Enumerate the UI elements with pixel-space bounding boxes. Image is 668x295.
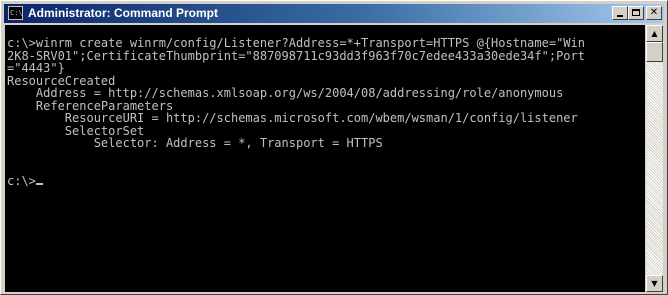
close-icon: ✕ [649, 7, 659, 18]
minimize-button[interactable] [612, 6, 628, 20]
prompt-line: c:\> [7, 173, 36, 188]
console-text: c:\>winrm create winrm/config/Listener?A… [5, 25, 645, 187]
arrow-down-icon: ▼ [651, 279, 658, 288]
console-line: 2K8-SRV01";CertificateThumbprint="887098… [7, 48, 585, 63]
vertical-scrollbar[interactable]: ▲ ▼ [646, 25, 663, 292]
close-button[interactable]: ✕ [646, 6, 662, 20]
title-bar[interactable]: C:\ Administrator: Command Prompt ✕ [4, 4, 664, 23]
command-prompt-icon[interactable]: C:\ [8, 6, 23, 20]
scroll-down-button[interactable]: ▼ [646, 275, 663, 292]
scroll-thumb[interactable] [646, 42, 663, 62]
arrow-up-icon: ▲ [651, 29, 658, 38]
maximize-icon [632, 9, 640, 16]
window-title: Administrator: Command Prompt [28, 6, 219, 20]
maximize-button[interactable] [628, 6, 644, 20]
console-line: Selector: Address = *, Transport = HTTPS [7, 136, 383, 150]
command-prompt-window: C:\ Administrator: Command Prompt ✕ c:\>… [0, 0, 668, 295]
text-cursor [35, 182, 43, 185]
scroll-up-button[interactable]: ▲ [646, 25, 663, 42]
minimize-icon [617, 15, 623, 17]
console-output-area[interactable]: c:\>winrm create winrm/config/Listener?A… [5, 25, 645, 292]
